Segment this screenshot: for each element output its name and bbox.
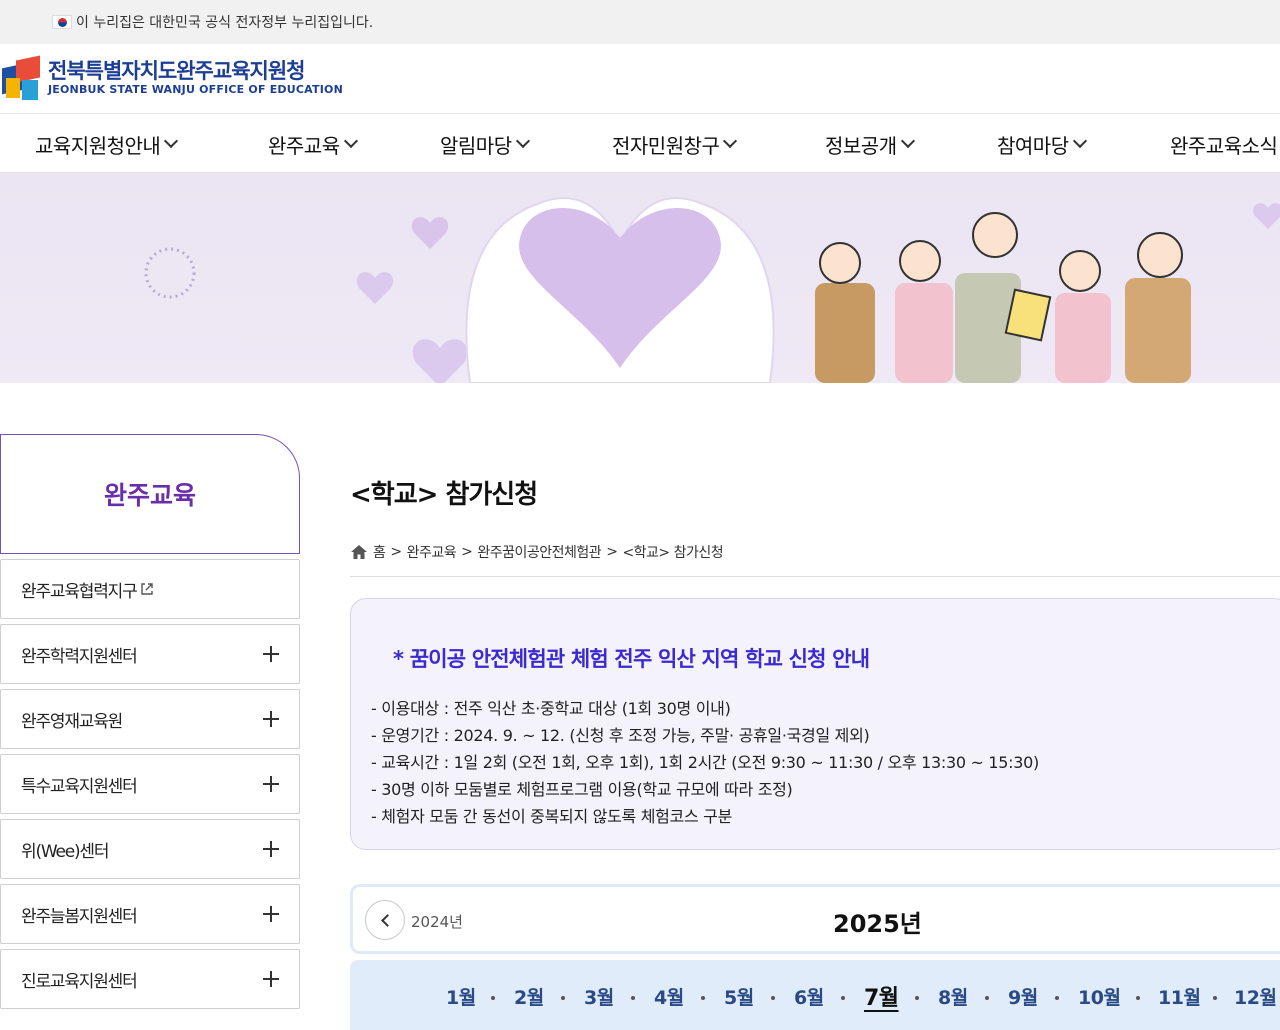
plus-icon[interactable]	[263, 906, 279, 922]
month-tab-8[interactable]: 8월	[938, 983, 968, 1010]
main-nav: 교육지원청안내 완주교육 알림마당 전자민원창구 정보공개 참여마당 완주교육소…	[0, 115, 1280, 173]
month-tabs: 1월 2월 3월 4월 5월 6월 7월 8월 9월 10월 11월 12월	[350, 960, 1280, 1030]
chevron-down-icon	[515, 133, 530, 149]
banner-art	[144, 197, 1280, 383]
nav-item-civil-service[interactable]: 전자민원창구	[612, 115, 738, 173]
month-tab-12[interactable]: 12월	[1234, 983, 1277, 1010]
plus-icon[interactable]	[263, 971, 279, 987]
breadcrumb-wanju-education[interactable]: 완주교육	[407, 542, 457, 562]
info-title: * 꿈이공 안전체험관 체험 전주 익산 지역 학교 신청 안내	[393, 647, 870, 671]
plus-icon[interactable]	[263, 646, 279, 662]
logo-title-en: JEONBUK STATE WANJU OFFICE OF EDUCATION	[48, 83, 343, 96]
home-icon[interactable]	[350, 544, 368, 560]
chevron-down-icon	[900, 133, 915, 149]
month-tab-10[interactable]: 10월	[1078, 983, 1121, 1010]
breadcrumb-home[interactable]: 홈	[373, 542, 386, 562]
year-selector: 2024년 2025년	[350, 884, 1280, 954]
prev-year-button[interactable]	[365, 900, 405, 940]
chevron-down-icon	[723, 133, 738, 149]
month-tab-7-active[interactable]: 7월	[864, 980, 899, 1012]
month-tab-6[interactable]: 6월	[794, 983, 824, 1010]
sidebar-item-career-education[interactable]: 진로교육지원센터	[0, 949, 300, 1009]
month-tab-11[interactable]: 11월	[1158, 983, 1201, 1010]
divider	[350, 576, 1280, 577]
nav-item-wanju-education[interactable]: 완주교육	[268, 115, 358, 173]
chevron-down-icon	[164, 133, 179, 149]
info-box: * 꿈이공 안전체험관 체험 전주 익산 지역 학교 신청 안내 - 이용대상 …	[350, 598, 1280, 850]
month-tab-2[interactable]: 2월	[514, 983, 544, 1010]
plus-icon[interactable]	[263, 841, 279, 857]
sidebar: 완주교육 완주교육협력지구 완주학력지원센터 완주영재교육원 특수교육지원센터 …	[0, 434, 300, 1009]
breadcrumb-current: <학교> 참가신청	[622, 545, 724, 561]
breadcrumb: 홈 > 완주교육 > 완주꿈이공안전체험관 > <학교> 참가신청	[350, 542, 724, 562]
external-link-icon	[140, 583, 153, 595]
month-tab-1[interactable]: 1월	[446, 983, 476, 1010]
sidebar-item-neulbom-support[interactable]: 완주늘봄지원센터	[0, 884, 300, 944]
sidebar-item-cooperation-district[interactable]: 완주교육협력지구	[0, 559, 300, 619]
nav-item-news[interactable]: 완주교육소식	[1170, 115, 1278, 173]
page-title: <학교> 참가신청	[350, 480, 538, 510]
prev-year-label[interactable]: 2024년	[411, 911, 463, 932]
sidebar-item-gifted-education[interactable]: 완주영재교육원	[0, 689, 300, 749]
info-list: - 이용대상 : 전주 익산 초·중학교 대상 (1회 30명 이내) - 운영…	[371, 695, 1039, 830]
nav-item-notice[interactable]: 알림마당	[440, 115, 530, 173]
nav-item-about[interactable]: 교육지원청안내	[35, 115, 179, 173]
month-tab-4[interactable]: 4월	[654, 983, 684, 1010]
logo-title-ko: 전북특별자치도완주교육지원청	[48, 59, 305, 83]
nav-item-info-disclosure[interactable]: 정보공개	[825, 115, 915, 173]
korea-flag-icon	[52, 15, 72, 29]
logo-mark-icon	[2, 55, 42, 100]
current-year: 2025년	[833, 910, 922, 938]
nav-item-participation[interactable]: 참여마당	[997, 115, 1087, 173]
banner-illustration	[0, 173, 1280, 383]
month-tab-5[interactable]: 5월	[724, 983, 754, 1010]
heart-shape	[412, 339, 468, 383]
plus-icon[interactable]	[263, 711, 279, 727]
info-line-period: - 운영기간 : 2024. 9. ~ 12. (신청 후 조정 가능, 주말·…	[371, 726, 870, 745]
breadcrumb-safety-center[interactable]: 완주꿈이공안전체험관	[477, 542, 601, 562]
chevron-down-icon	[1072, 133, 1087, 149]
gov-notice-bar: 이 누리집은 대한민국 공식 전자정부 누리집입니다.	[0, 0, 1280, 44]
info-line-course: - 체험자 모둠 간 동선이 중복되지 않도록 체험코스 구분	[371, 807, 733, 826]
students-group	[815, 212, 1191, 383]
heart-shape	[1253, 203, 1280, 229]
gov-notice-text: 이 누리집은 대한민국 공식 전자정부 누리집입니다.	[76, 15, 374, 31]
header: 전북특별자치도완주교육지원청 JEONBUK STATE WANJU OFFIC…	[0, 44, 1280, 114]
month-tab-3[interactable]: 3월	[584, 983, 614, 1010]
sidebar-item-wee-center[interactable]: 위(Wee)센터	[0, 819, 300, 879]
sidebar-title: 완주교육	[0, 434, 300, 554]
chevron-down-icon	[343, 133, 358, 149]
info-line-group: - 30명 이하 모둠별로 체험프로그램 이용(학교 규모에 따라 조정)	[371, 780, 793, 799]
dotted-circle-shape	[144, 247, 196, 299]
sidebar-item-academic-support[interactable]: 완주학력지원센터	[0, 624, 300, 684]
sidebar-item-special-education[interactable]: 특수교육지원센터	[0, 754, 300, 814]
heart-shape	[356, 272, 394, 304]
info-line-time: - 교육시간 : 1일 2회 (오전 1회, 오후 1회), 1회 2시간 (오…	[371, 753, 1039, 772]
month-tab-9[interactable]: 9월	[1008, 983, 1038, 1010]
heart-shape	[411, 217, 449, 249]
info-line-target: - 이용대상 : 전주 익산 초·중학교 대상 (1회 30명 이내)	[371, 699, 731, 718]
chevron-left-icon	[380, 913, 394, 927]
site-logo[interactable]: 전북특별자치도완주교육지원청 JEONBUK STATE WANJU OFFIC…	[2, 55, 343, 100]
plus-icon[interactable]	[263, 776, 279, 792]
